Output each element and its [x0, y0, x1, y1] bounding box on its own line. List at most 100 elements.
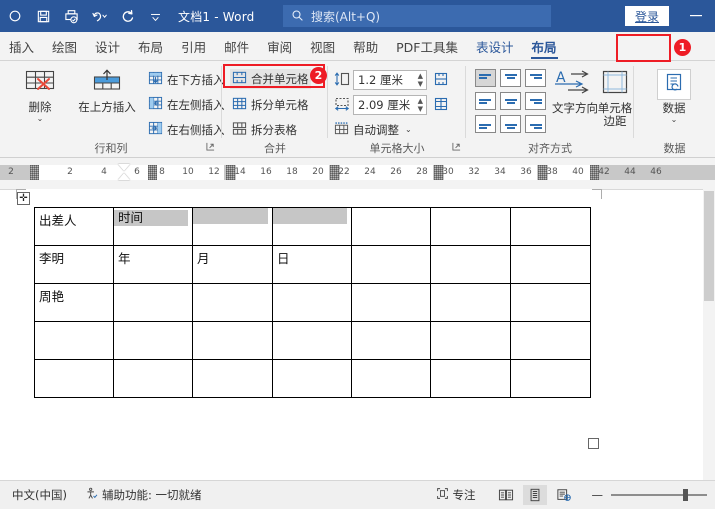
accessibility-indicator[interactable]: 辅助功能: 一切就绪 — [85, 487, 202, 503]
split-table-button[interactable]: 拆分表格 — [232, 121, 297, 139]
table-cell[interactable] — [113, 321, 193, 360]
document-canvas[interactable]: ✛ 出差人 时间 李明 年 月 日 周艳 — [0, 189, 715, 480]
ruler-tab-stop[interactable] — [148, 165, 157, 180]
ruler-tab-stop[interactable] — [434, 165, 443, 180]
tab-design[interactable]: 设计 — [86, 32, 129, 60]
align-top-left-button[interactable] — [475, 69, 496, 87]
table-cell[interactable] — [351, 321, 431, 360]
table-cell[interactable] — [351, 245, 431, 284]
table-move-handle[interactable]: ✛ — [17, 192, 30, 205]
row-height-spinner[interactable]: ▲ ▼ — [418, 72, 423, 88]
language-indicator[interactable]: 中文(中国) — [12, 487, 67, 503]
table-cell[interactable] — [113, 359, 193, 398]
table-cell[interactable] — [430, 245, 511, 284]
table-cell[interactable] — [430, 359, 511, 398]
tab-table-layout[interactable]: 布局 — [522, 32, 566, 60]
table-cell[interactable] — [430, 321, 511, 360]
first-line-indent-marker[interactable] — [118, 164, 130, 171]
table-cell[interactable] — [113, 283, 193, 322]
row-height-input[interactable]: 1.2 厘米 ▲ ▼ — [353, 70, 427, 90]
align-bottom-left-button[interactable] — [475, 115, 496, 133]
read-mode-view-button[interactable] — [494, 485, 518, 505]
insert-above-button[interactable]: 在上方插入 — [70, 68, 144, 114]
table-cell[interactable] — [510, 359, 591, 398]
split-cells-button[interactable]: 拆分单元格 — [232, 96, 309, 114]
table-cell[interactable] — [34, 321, 114, 360]
table-cell[interactable]: 李明 — [34, 245, 114, 284]
ruler-tab-stop[interactable] — [226, 165, 235, 180]
table-cell[interactable] — [351, 207, 431, 246]
align-center-left-button[interactable] — [475, 92, 496, 110]
align-top-right-button[interactable] — [525, 69, 546, 87]
table-cell-selected[interactable] — [272, 207, 352, 246]
delete-button[interactable]: 删除 ⌄ — [11, 68, 69, 123]
sign-in-button[interactable]: 登录 — [625, 6, 669, 26]
zoom-slider[interactable] — [611, 487, 707, 503]
table-row[interactable] — [34, 359, 591, 398]
customize-qat-icon[interactable] — [142, 3, 168, 29]
insert-right-button[interactable]: 在右侧插入 — [148, 121, 225, 139]
table-cell[interactable] — [430, 207, 511, 246]
table-cell[interactable] — [272, 283, 352, 322]
align-center-right-button[interactable] — [525, 92, 546, 110]
table-cell-selected[interactable] — [192, 207, 273, 246]
vertical-scrollbar-thumb[interactable] — [704, 191, 714, 301]
tab-references[interactable]: 引用 — [172, 32, 215, 60]
table-cell[interactable]: 年 — [113, 245, 193, 284]
table-cell[interactable]: 月 — [192, 245, 273, 284]
distribute-columns-icon[interactable] — [433, 96, 449, 116]
table-cell[interactable] — [351, 283, 431, 322]
table-cell[interactable]: 日 — [272, 245, 352, 284]
cell-margins-button[interactable]: 单元格 边距 — [597, 69, 633, 128]
save-icon[interactable] — [30, 3, 56, 29]
cell-size-dialog-launcher[interactable] — [452, 142, 461, 154]
table-row[interactable] — [34, 321, 591, 360]
print-preview-icon[interactable] — [58, 3, 84, 29]
align-center-button[interactable] — [500, 92, 521, 110]
table-row[interactable]: 周艳 — [34, 283, 591, 322]
table-cell[interactable] — [510, 321, 591, 360]
align-bottom-center-button[interactable] — [500, 115, 521, 133]
table-cell[interactable] — [510, 245, 591, 284]
tab-review[interactable]: 审阅 — [258, 32, 301, 60]
align-top-center-button[interactable] — [500, 69, 521, 87]
merge-cells-button[interactable]: 合并单元格 — [230, 69, 311, 89]
table-cell[interactable] — [510, 207, 591, 246]
tab-view[interactable]: 视图 — [301, 32, 344, 60]
tab-draw[interactable]: 绘图 — [43, 32, 86, 60]
table-cell[interactable]: 出差人 — [34, 207, 114, 246]
document-table[interactable]: 出差人 时间 李明 年 月 日 周艳 — [34, 207, 591, 398]
ruler-tab-stop[interactable] — [30, 165, 39, 180]
tab-table-design[interactable]: 表设计 — [467, 32, 523, 60]
table-cell[interactable] — [192, 321, 273, 360]
table-cell[interactable] — [192, 359, 273, 398]
hanging-indent-marker[interactable] — [118, 173, 130, 180]
table-cell[interactable] — [192, 283, 273, 322]
table-cell[interactable] — [272, 321, 352, 360]
text-direction-button[interactable]: A 文字方向 — [551, 69, 599, 115]
zoom-out-button[interactable]: — — [592, 488, 604, 502]
horizontal-ruler[interactable]: 2 2 4 6 8 10 12 14 16 18 20 22 24 26 28 … — [0, 158, 715, 189]
tab-mailings[interactable]: 邮件 — [215, 32, 258, 60]
print-layout-view-button[interactable] — [522, 485, 547, 505]
table-cell[interactable] — [430, 283, 511, 322]
insert-left-button[interactable]: 在左侧插入 — [148, 96, 225, 114]
undo-icon[interactable] — [86, 3, 112, 29]
table-row[interactable]: 李明 年 月 日 — [34, 245, 591, 284]
table-cell[interactable] — [34, 359, 114, 398]
autofit-button[interactable]: 自动调整 ⌄ — [334, 121, 412, 139]
zoom-slider-thumb[interactable] — [683, 489, 688, 501]
column-width-spinner[interactable]: ▲ ▼ — [418, 97, 423, 113]
rows-columns-dialog-launcher[interactable] — [206, 142, 215, 154]
distribute-rows-icon[interactable] — [433, 71, 449, 91]
tab-page-layout[interactable]: 布局 — [129, 32, 172, 60]
web-layout-view-button[interactable] — [552, 485, 576, 505]
tab-insert[interactable]: 插入 — [0, 32, 43, 60]
table-cell[interactable]: 周艳 — [34, 283, 114, 322]
table-cell[interactable] — [351, 359, 431, 398]
tab-help[interactable]: 帮助 — [344, 32, 387, 60]
search-box[interactable]: 搜索(Alt+Q) — [283, 5, 551, 27]
ruler-tab-stop[interactable] — [330, 165, 339, 180]
tab-pdf-toolkit[interactable]: PDF工具集 — [387, 32, 467, 60]
table-cell[interactable] — [510, 283, 591, 322]
